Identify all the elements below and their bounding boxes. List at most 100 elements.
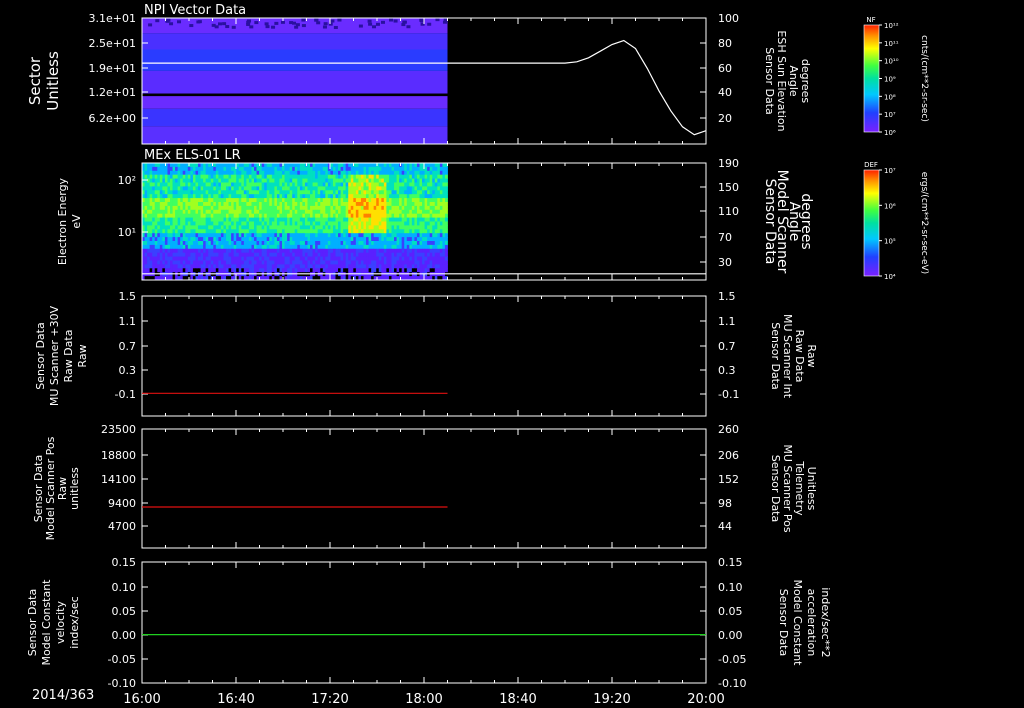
heatmap-cell	[203, 241, 207, 246]
heatmap-cell	[348, 260, 352, 265]
heatmap-cell	[228, 233, 232, 238]
heatmap-cell	[248, 252, 252, 257]
heatmap-cell	[406, 237, 410, 242]
heatmap-cell	[190, 256, 194, 261]
heatmap-cell	[180, 202, 184, 207]
heatmap-cell	[419, 194, 423, 199]
heatmap-cell	[259, 260, 263, 265]
heatmap-cell	[432, 166, 436, 172]
heatmap-cell	[157, 205, 161, 211]
heatmap-cell	[274, 205, 278, 211]
heatmap-cell	[180, 174, 184, 179]
heatmap-cell	[388, 217, 392, 222]
heatmap-cell	[355, 260, 359, 265]
heatmap-cell	[264, 202, 268, 207]
right-tick-label: 100	[718, 12, 739, 25]
heatmap-cell	[373, 198, 377, 203]
heatmap-cell	[358, 186, 362, 191]
heatmap-cell	[289, 252, 293, 257]
heatmap-cell	[185, 248, 189, 254]
heatmap-cell	[320, 209, 324, 215]
heatmap-cell	[203, 205, 207, 211]
heatmap-cell	[276, 217, 280, 222]
heatmap-cell	[187, 217, 191, 222]
heatmap-cell	[363, 205, 367, 211]
heatmap-cell	[358, 194, 362, 199]
heatmap-cell	[416, 233, 420, 238]
heatmap-cell	[338, 163, 341, 168]
heatmap-cell	[192, 186, 196, 191]
heatmap-cell	[208, 170, 212, 176]
heatmap-cell	[335, 260, 339, 265]
heatmap-cell	[248, 178, 252, 183]
heatmap-cell	[157, 241, 161, 246]
heatmap-cell	[353, 194, 357, 199]
heatmap-cell	[373, 213, 377, 218]
y-tick-label: 10²	[118, 174, 136, 187]
heatmap-cell	[414, 213, 418, 218]
heatmap-cell	[310, 233, 313, 238]
heatmap-cell	[282, 205, 285, 211]
heatmap-cell	[231, 229, 235, 234]
heatmap-cell	[228, 221, 232, 226]
heatmap-cell	[363, 166, 367, 172]
heatmap-cell	[228, 194, 232, 199]
heatmap-cell	[210, 221, 214, 226]
heatmap-cell	[266, 248, 270, 254]
heatmap-cell	[411, 268, 415, 273]
heatmap-cell	[376, 264, 380, 269]
heatmap-cell	[180, 241, 184, 246]
heatmap-cell	[187, 241, 191, 246]
heatmap-cell	[218, 213, 222, 218]
heatmap-cell	[208, 186, 212, 191]
heatmap-cell	[274, 190, 278, 195]
heatmap-cell	[228, 229, 232, 234]
heatmap-cell	[200, 264, 204, 269]
heatmap-cell	[192, 244, 196, 250]
heatmap-cell	[180, 229, 184, 234]
heatmap-cell	[404, 268, 408, 273]
heatmap-cell	[444, 217, 448, 222]
heatmap-cell	[195, 225, 199, 230]
heatmap-cell	[287, 225, 291, 230]
heatmap-cell	[254, 260, 257, 265]
heatmap-cell	[251, 237, 255, 242]
heatmap-cell	[159, 237, 163, 242]
heatmap-cell	[427, 244, 431, 250]
heatmap-cell	[236, 170, 240, 176]
heatmap-cell	[343, 198, 347, 203]
right-axis-label: acceleration	[805, 589, 818, 657]
heatmap-cell	[355, 190, 359, 195]
heatmap-cell	[269, 229, 273, 234]
heatmap-cell	[251, 229, 255, 234]
heatmap-cell	[325, 244, 329, 250]
heatmap-cell	[162, 244, 166, 250]
heatmap-cell	[355, 256, 359, 261]
heatmap-cell	[259, 268, 263, 273]
heatmap-cell	[358, 202, 362, 207]
heatmap-cell	[246, 237, 250, 242]
heatmap-cell	[360, 229, 364, 234]
heatmap-cell	[366, 233, 369, 238]
heatmap-cell	[228, 190, 232, 195]
heatmap-cell	[210, 174, 214, 179]
heatmap-cell	[343, 163, 347, 168]
heatmap-cell	[269, 205, 273, 211]
heatmap-cell	[409, 170, 413, 176]
heatmap-cell	[302, 170, 306, 176]
heatmap-cell	[289, 244, 293, 250]
heatmap-cell	[320, 244, 324, 250]
heatmap-cell	[164, 209, 168, 215]
heatmap-cell	[322, 225, 326, 230]
heatmap-cell	[228, 178, 232, 183]
heatmap-cell	[154, 202, 158, 207]
heatmap-cell	[205, 163, 209, 168]
heatmap-cell	[368, 244, 372, 250]
heatmap-cell	[271, 190, 275, 195]
heatmap-cell	[302, 186, 306, 191]
right-tick-label: 98	[718, 497, 732, 510]
heatmap-cell	[419, 205, 423, 211]
heatmap-cell	[424, 213, 428, 218]
heatmap-cell	[335, 244, 339, 250]
heatmap-cell	[274, 241, 278, 246]
